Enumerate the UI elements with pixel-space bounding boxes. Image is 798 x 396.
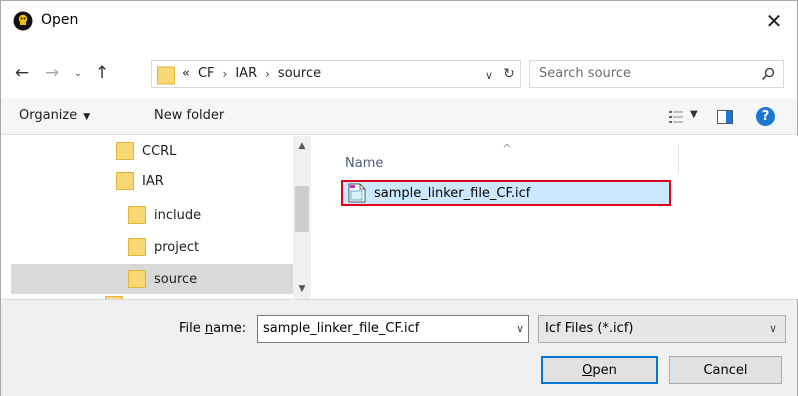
view-options-icon[interactable] xyxy=(669,110,683,124)
file-type-select[interactable]: Icf Files (*.icf) ∨ xyxy=(538,315,786,343)
column-name-label: Name xyxy=(345,156,384,171)
new-folder-button[interactable]: New folder xyxy=(154,108,224,123)
folder-icon xyxy=(128,206,146,224)
file-name-value: sample_linker_file_CF.icf xyxy=(263,321,420,336)
column-header-name[interactable]: ^ Name xyxy=(339,142,679,174)
tree-item-label: include xyxy=(154,207,202,223)
file-name-field[interactable]: sample_linker_file_CF.icf ∨ xyxy=(257,315,529,343)
title-bar: Open ✕ xyxy=(1,1,797,41)
file-type-dropdown-chevron-icon: ∨ xyxy=(768,322,777,335)
scroll-down-arrow-icon[interactable]: ▼ xyxy=(293,279,311,299)
search-input[interactable]: Search source xyxy=(529,60,784,88)
view-caret-down-icon[interactable]: ▼ xyxy=(690,109,698,120)
help-icon[interactable]: ? xyxy=(756,107,775,126)
caret-down-icon: ▼ xyxy=(83,112,91,122)
organize-label: Organize xyxy=(19,108,78,123)
folder-icon xyxy=(128,270,146,288)
file-list: ^ Name sample_linker_file_CF.icf xyxy=(319,136,798,299)
tree-item-source[interactable]: source xyxy=(11,264,293,294)
search-placeholder: Search source xyxy=(539,66,631,81)
file-name-label: sample_linker_file_CF.icf xyxy=(374,185,531,201)
breadcrumb-separator-icon[interactable]: › xyxy=(223,67,228,81)
up-arrow-icon[interactable]: ↑ xyxy=(91,61,113,85)
folder-icon xyxy=(157,66,175,85)
folder-icon xyxy=(128,238,146,256)
refresh-icon[interactable]: ↻ xyxy=(497,60,521,88)
cancel-button[interactable]: Cancel xyxy=(669,356,782,384)
breadcrumb: « CF › IAR › source xyxy=(182,66,321,81)
scrollbar-thumb[interactable] xyxy=(295,186,309,232)
window-title: Open xyxy=(41,12,79,28)
command-bar: Organize ▼ New folder ▼ ? xyxy=(1,99,797,135)
tree-item-label: IAR xyxy=(142,173,164,189)
forward-arrow-icon[interactable]: → xyxy=(41,61,63,85)
open-button[interactable]: Open xyxy=(541,356,658,384)
open-file-dialog: Open ✕ ← → ⌄ ↑ « CF › IAR › source ∨ ↻ S… xyxy=(0,0,798,396)
breadcrumb-item[interactable]: IAR xyxy=(235,66,257,81)
file-name-dropdown-chevron-icon[interactable]: ∨ xyxy=(516,322,524,335)
recent-locations-chevron-icon[interactable]: ⌄ xyxy=(71,61,85,85)
breadcrumb-separator-icon[interactable]: › xyxy=(265,67,270,81)
organize-button[interactable]: Organize ▼ xyxy=(19,108,90,123)
icf-file-icon xyxy=(348,183,366,203)
tree-item-label: source xyxy=(154,271,198,287)
folder-icon xyxy=(116,172,134,190)
close-button[interactable]: ✕ xyxy=(751,1,797,41)
breadcrumb-overflow[interactable]: « xyxy=(182,66,190,81)
tree-item-ccrl[interactable]: CCRL xyxy=(1,136,293,166)
file-name-label: File name: xyxy=(179,321,247,336)
back-arrow-icon[interactable]: ← xyxy=(11,61,33,85)
file-type-value: Icf Files (*.icf) xyxy=(545,321,634,336)
tree-item-project[interactable]: project xyxy=(1,232,293,262)
folder-icon xyxy=(116,142,134,160)
breadcrumb-item[interactable]: source xyxy=(278,66,321,81)
search-icon xyxy=(761,67,775,81)
preview-pane-icon[interactable] xyxy=(717,110,733,124)
tree-item-include[interactable]: include xyxy=(1,200,293,230)
tree-item-label: CCRL xyxy=(142,143,177,159)
navigation-scrollbar[interactable]: ▲ ▼ xyxy=(293,136,311,299)
address-dropdown-chevron-icon[interactable]: ∨ xyxy=(481,65,497,85)
file-item[interactable]: sample_linker_file_CF.icf xyxy=(341,180,671,206)
navigation-pane: CCRL IAR include project source xyxy=(1,136,311,299)
tree-item-iar[interactable]: IAR xyxy=(1,166,293,196)
dialog-footer: File name: sample_linker_file_CF.icf ∨ I… xyxy=(1,299,797,396)
app-icon xyxy=(13,11,33,31)
scroll-up-arrow-icon[interactable]: ▲ xyxy=(293,136,311,156)
tree-item-label: project xyxy=(154,239,200,255)
open-accel: O xyxy=(582,362,593,378)
sort-ascending-icon: ^ xyxy=(502,142,513,156)
address-bar[interactable]: « CF › IAR › source xyxy=(151,60,521,88)
breadcrumb-item[interactable]: CF xyxy=(198,66,215,81)
open-label-rest: pen xyxy=(592,362,617,378)
